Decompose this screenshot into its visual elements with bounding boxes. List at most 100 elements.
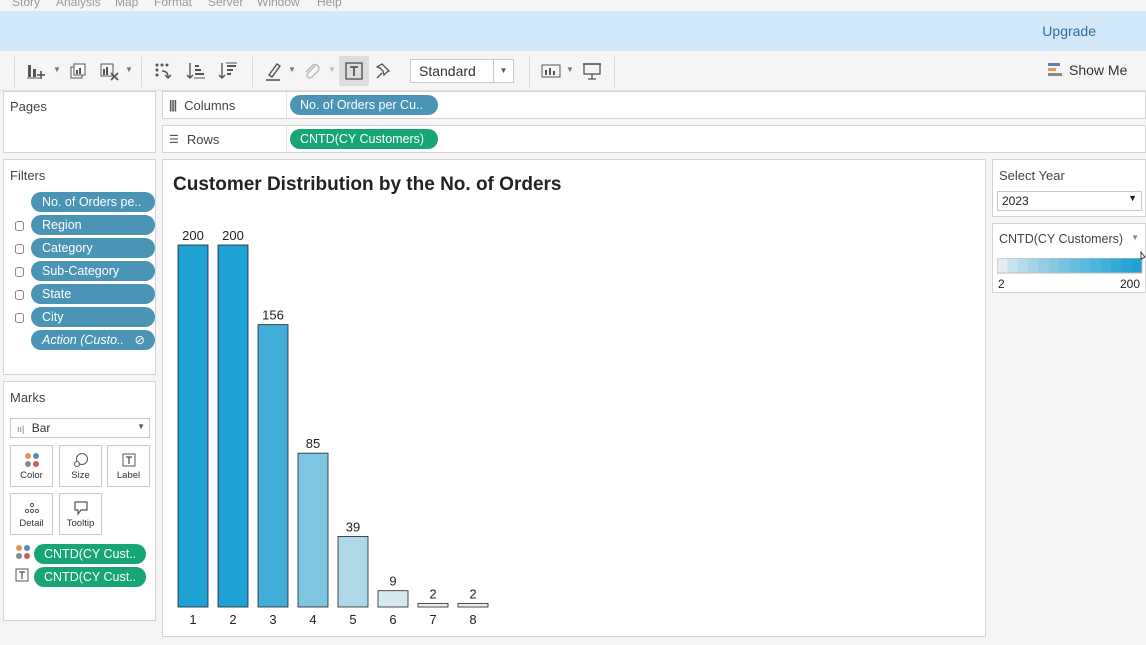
color-encoding-pill[interactable]: CNTD(CY Cust.. bbox=[34, 544, 146, 564]
viz-canvas[interactable]: Customer Distribution by the No. of Orde… bbox=[162, 159, 986, 637]
bar[interactable] bbox=[177, 244, 209, 608]
color-card[interactable]: Color bbox=[10, 445, 53, 487]
chevron-down-icon[interactable]: ▼ bbox=[1131, 233, 1139, 242]
upgrade-link[interactable]: Upgrade bbox=[1042, 23, 1096, 39]
rows-shelf[interactable]: ☰ Rows CNTD(CY Customers) bbox=[162, 125, 1146, 153]
columns-shelf[interactable]: ||| Columns No. of Orders per Cu.. bbox=[162, 91, 1146, 119]
size-card-label: Size bbox=[71, 470, 90, 481]
legend-step bbox=[1007, 258, 1019, 273]
bar-data-label: 2 bbox=[429, 586, 436, 601]
highlight-icon[interactable] bbox=[262, 59, 286, 83]
mark-type-value: Bar bbox=[31, 421, 51, 435]
menu-help[interactable]: Help bbox=[317, 0, 342, 9]
database-icon bbox=[15, 221, 24, 231]
group-members-icon[interactable] bbox=[300, 59, 324, 83]
legend-title: CNTD(CY Customers) bbox=[999, 232, 1124, 246]
legend-max-label: 200 bbox=[1119, 277, 1140, 291]
filters-title: Filters bbox=[10, 168, 46, 183]
legend-step bbox=[1079, 258, 1091, 273]
mark-type-select[interactable]: ıı| Bar ▼ bbox=[10, 418, 150, 438]
filter-pill[interactable]: Region bbox=[31, 215, 155, 235]
presentation-mode-icon[interactable] bbox=[580, 59, 604, 83]
fit-select-value: Standard bbox=[419, 63, 476, 79]
label-card[interactable]: Label bbox=[107, 445, 150, 487]
year-select[interactable]: 2023 ▼ bbox=[997, 191, 1142, 211]
columns-pill[interactable]: No. of Orders per Cu.. bbox=[290, 95, 438, 115]
bar[interactable] bbox=[257, 324, 289, 608]
x-tick-label: 3 bbox=[269, 612, 276, 627]
sort-descending-icon[interactable] bbox=[216, 59, 240, 83]
bar-data-label: 2 bbox=[469, 586, 476, 601]
clear-sheet-icon[interactable] bbox=[97, 59, 121, 83]
x-tick-label: 1 bbox=[189, 612, 196, 627]
label-encoding-pill[interactable]: CNTD(CY Cust.. bbox=[34, 567, 146, 587]
fit-select[interactable]: Standard ▼ bbox=[410, 59, 514, 83]
pin-icon[interactable] bbox=[372, 59, 396, 83]
menu-map[interactable]: Map bbox=[115, 0, 138, 9]
bar-data-label: 156 bbox=[262, 308, 284, 323]
database-icon bbox=[15, 267, 24, 277]
marks-card[interactable]: Marks ıı| Bar ▼ Color Size Label Detail … bbox=[3, 381, 156, 621]
legend-step bbox=[1017, 258, 1029, 273]
chevron-down-icon[interactable]: ▼ bbox=[328, 65, 336, 74]
legend-step bbox=[1028, 258, 1039, 273]
legend-step bbox=[1121, 258, 1133, 273]
filter-pill[interactable]: State bbox=[31, 284, 155, 304]
tooltip-icon bbox=[60, 500, 101, 516]
bar[interactable] bbox=[457, 602, 489, 608]
columns-label: Columns bbox=[184, 97, 236, 113]
pages-card[interactable]: Pages bbox=[3, 91, 156, 153]
marks-title: Marks bbox=[10, 390, 46, 405]
filter-pill[interactable]: No. of Orders pe.. bbox=[31, 192, 155, 212]
bar[interactable] bbox=[217, 244, 249, 608]
color-encoding-icon bbox=[15, 544, 31, 565]
x-tick-label: 6 bbox=[389, 612, 396, 627]
rows-icon: ☰ bbox=[169, 133, 179, 146]
select-year-card[interactable]: Select Year 2023 ▼ bbox=[992, 159, 1146, 217]
size-card[interactable]: Size bbox=[59, 445, 102, 487]
detail-icon bbox=[11, 500, 52, 516]
bar[interactable] bbox=[377, 590, 409, 608]
chevron-down-icon: ▼ bbox=[1128, 193, 1137, 203]
menu-window[interactable]: Window bbox=[257, 0, 300, 9]
filter-pill[interactable]: Sub-Category bbox=[31, 261, 155, 281]
x-tick-label: 5 bbox=[349, 612, 356, 627]
duplicate-sheet-icon[interactable] bbox=[66, 59, 90, 83]
bar[interactable] bbox=[297, 452, 329, 608]
filter-pill[interactable]: City bbox=[31, 307, 155, 327]
action-filter-pill[interactable]: Action (Custo.. ⊘ bbox=[31, 330, 155, 350]
show-me-button[interactable]: Show Me bbox=[1047, 62, 1127, 78]
color-legend-card[interactable]: CNTD(CY Customers) ▼ 2 200 bbox=[992, 223, 1146, 293]
chevron-down-icon[interactable]: ▼ bbox=[53, 65, 61, 74]
detail-card[interactable]: Detail bbox=[10, 493, 53, 535]
bar[interactable] bbox=[417, 602, 449, 608]
color-card-label: Color bbox=[20, 470, 43, 481]
cursor-icon bbox=[1140, 250, 1146, 271]
chevron-down-icon[interactable]: ▼ bbox=[125, 65, 133, 74]
toolbar-divider bbox=[14, 57, 15, 87]
legend-gradient bbox=[997, 258, 1143, 274]
tooltip-card[interactable]: Tooltip bbox=[59, 493, 102, 535]
label-card-label: Label bbox=[116, 470, 141, 481]
rows-pill[interactable]: CNTD(CY Customers) bbox=[290, 129, 438, 149]
menu-story[interactable]: Story bbox=[12, 0, 40, 9]
bar[interactable] bbox=[337, 536, 369, 608]
chevron-down-icon[interactable]: ▼ bbox=[288, 65, 296, 74]
filters-card[interactable]: Filters No. of Orders pe.. Region Catego… bbox=[3, 159, 156, 375]
chevron-down-icon[interactable]: ▼ bbox=[566, 65, 574, 74]
toolbar: ▼ ▼ ▼ ▼ Standard ▼ ▼ Show Me bbox=[0, 51, 1146, 91]
new-worksheet-icon[interactable] bbox=[24, 59, 48, 83]
menu-analysis[interactable]: Analysis bbox=[56, 0, 101, 9]
show-cards-icon[interactable] bbox=[540, 59, 564, 83]
legend-step bbox=[1100, 258, 1112, 273]
swap-rows-columns-icon[interactable] bbox=[151, 59, 175, 83]
menu-server[interactable]: Server bbox=[208, 0, 243, 9]
x-tick-label: 4 bbox=[309, 612, 316, 627]
chevron-down-icon: ▼ bbox=[137, 422, 145, 431]
rows-label: Rows bbox=[186, 131, 220, 147]
menu-format[interactable]: Format bbox=[154, 0, 192, 9]
toolbar-divider bbox=[252, 57, 253, 87]
text-label-icon[interactable] bbox=[342, 59, 366, 83]
filter-pill[interactable]: Category bbox=[31, 238, 155, 258]
sort-ascending-icon[interactable] bbox=[184, 59, 208, 83]
